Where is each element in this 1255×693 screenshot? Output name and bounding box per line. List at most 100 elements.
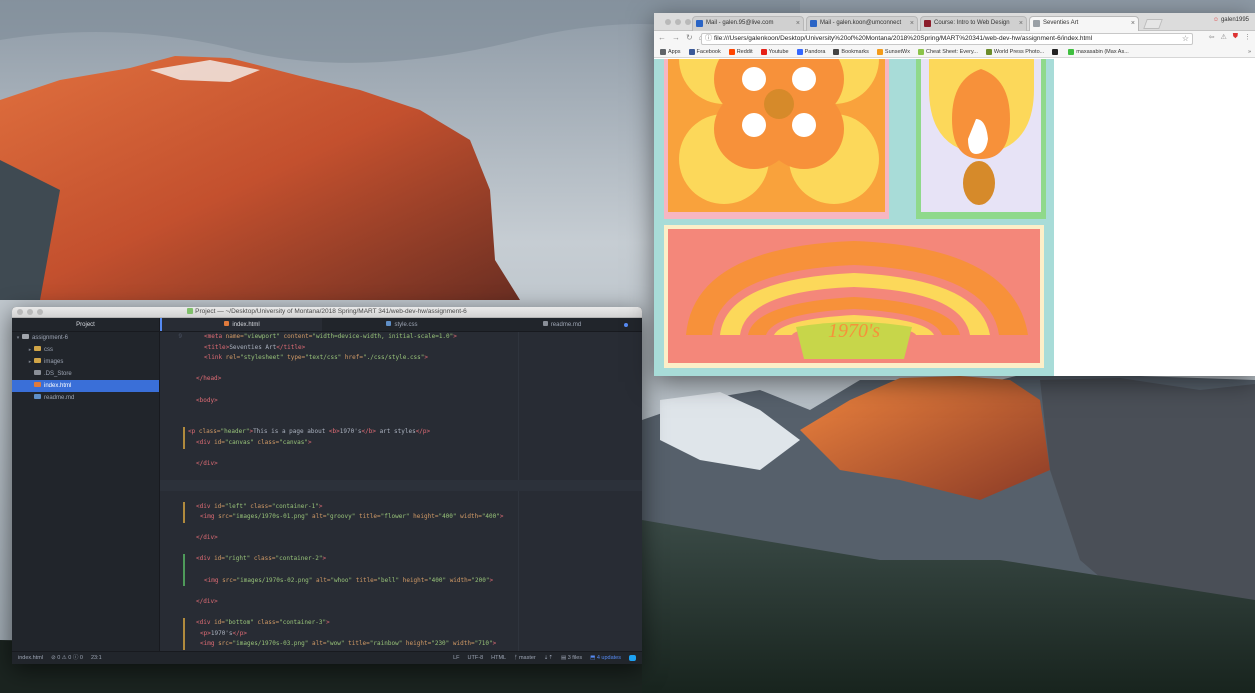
extension-arrows-icon[interactable]: ⇦ [1209,33,1215,41]
editor-titlebar[interactable]: Project — ~/Desktop/University of Montan… [12,307,642,318]
bookmark-item[interactable]: World Press Photo... [985,47,1044,57]
address-bar[interactable]: ⓘ file:///Users/galenkoon/Desktop/Univer… [701,33,1193,45]
browser-window[interactable]: Mail - galen.95@live.com × Mail - galen.ko… [654,13,1255,376]
new-tab-button[interactable] [1143,19,1163,29]
bookmark-item[interactable] [1052,47,1060,57]
code-line[interactable] [160,491,642,502]
close-tab-icon[interactable]: × [1019,17,1023,30]
editor-tab[interactable]: index.html [160,318,322,331]
bookmark-item[interactable]: Apps [660,47,681,57]
code-line[interactable] [160,523,642,534]
status-cursor-position[interactable]: 23:1 [91,652,102,664]
close-tab-icon[interactable]: × [1131,17,1135,30]
menu-icon[interactable]: ⋮ [1244,33,1251,41]
bookmark-item[interactable]: Pandora [796,47,825,57]
code-line[interactable]: </head> [160,374,642,385]
twitter-icon[interactable] [629,655,636,661]
code-line[interactable]: <body> [160,396,642,407]
code-line[interactable] [160,406,642,417]
status-encoding[interactable]: UTF-8 [468,652,484,664]
tree-item[interactable]: readme.md [12,392,159,404]
browser-minimize-button[interactable] [675,19,681,25]
project-tree[interactable]: ▾ assignment-6 ▸ css ▸ images .DS_Store index.h… [12,332,159,404]
code-line[interactable] [160,417,642,428]
bookmarks-list[interactable]: Apps Facebook Reddit Youtube Pandora Bookmark… [660,47,1129,57]
code-line[interactable]: </div> [160,533,642,544]
tree-item[interactable]: ▸ css [12,344,159,356]
editor-tab[interactable]: readme.md [482,318,642,331]
address-bar-url[interactable]: file:///Users/galenkoon/Desktop/Universi… [714,35,1092,42]
code-line[interactable]: <div id="bottom" class="container-3"> [160,618,642,629]
code-line[interactable]: <title>Seventies Art</title> [160,343,642,354]
bookmark-item[interactable]: Bookmarks [833,47,869,57]
git-fetch-icon[interactable]: ⇣⇡ [544,652,553,664]
status-grammar[interactable]: HTML [491,652,506,664]
browser-tab[interactable]: Course: Intro to Web Design × [920,16,1027,31]
code-editor[interactable]: 9 <meta name="viewport" content="width=de… [160,332,642,651]
forward-icon[interactable]: → [672,33,680,42]
code-line[interactable]: <img src="images/1970s-03.png" alt="wow"… [160,639,642,650]
close-tab-icon[interactable]: × [910,17,914,30]
bookmark-item[interactable]: SunsetWx [876,47,910,57]
browser-close-button[interactable] [665,19,671,25]
code-line[interactable] [160,449,642,460]
status-line-ending[interactable]: LF [453,652,459,664]
browser-tab[interactable]: Mail - galen.95@live.com × [692,16,804,31]
code-line[interactable]: <div id="right" class="container-2"> [160,554,642,566]
editor-tab[interactable]: style.css [322,318,482,331]
bookmarks-bar[interactable]: Apps Facebook Reddit Youtube Pandora Bookmark… [654,47,1255,58]
tree-item[interactable]: ▸ images [12,356,159,368]
code-line[interactable]: <link rel="stylesheet" type="text/css" h… [160,353,642,364]
status-files[interactable]: ▤ 3 files [561,652,582,664]
status-file[interactable]: index.html [18,652,43,664]
close-tab-icon[interactable]: × [796,17,800,30]
browser-toolbar[interactable]: ← → ↻ ⌂ ⓘ file:///Users/galenkoon/Deskto… [654,31,1255,47]
editor-window[interactable]: Project — ~/Desktop/University of Montan… [12,307,642,664]
code-line[interactable]: <img src="images/1970s-01.png" alt="groo… [160,512,642,523]
code-line[interactable]: <p class="header">This is a page about <… [160,427,642,438]
code-line[interactable]: <img src="images/1970s-02.png" alt="whoo… [160,575,642,587]
profile-button[interactable]: ☺ galen1995 [1213,17,1249,23]
shield-icon[interactable]: ⛊ [1233,33,1238,41]
back-icon[interactable]: ← [658,33,666,42]
browser-tab-strip[interactable]: Mail - galen.95@live.com × Mail - galen.ko… [654,13,1255,31]
code-line[interactable] [160,544,642,555]
more-bookmarks-icon[interactable]: » [1248,47,1251,58]
code-line[interactable]: 9 <meta name="viewport" content="width=de… [160,332,642,343]
bookmark-item[interactable]: maxasabin (Max As... [1068,47,1129,57]
code-line[interactable] [160,385,642,396]
tree-item[interactable]: ▾ assignment-6 [12,332,159,344]
chevron-down-icon[interactable]: ▾ [14,332,22,344]
page-viewport[interactable]: 1970's [654,59,1255,376]
bookmark-item[interactable]: Facebook [688,47,721,57]
browser-tab[interactable]: Seventies Art × [1029,16,1139,31]
status-branch[interactable]: ᚠ master [514,652,536,664]
tree-item[interactable]: .DS_Store [12,368,159,380]
status-diagnostics[interactable]: ⊘ 0 ⚠ 0 ⓘ 0 [51,652,83,664]
code-line[interactable] [160,586,642,597]
code-line[interactable] [160,364,642,375]
code-line[interactable]: </div> [160,597,642,608]
bookmark-item[interactable]: Cheat Sheet: Every... [918,47,978,57]
bookmark-item[interactable]: Youtube [760,47,789,57]
browser-window-controls[interactable] [660,19,691,25]
chevron-right-icon[interactable]: ▸ [26,356,34,368]
code-line[interactable] [160,480,642,491]
flower-image[interactable] [664,59,889,219]
code-lines[interactable]: 9 <meta name="viewport" content="width=de… [160,332,642,650]
rainbow-image[interactable]: 1970's [664,225,1044,368]
code-line[interactable]: <div id="left" class="container-1"> [160,501,642,513]
editor-tab-bar[interactable]: index.html style.css readme.md [160,318,642,332]
browser-tab[interactable]: Mail - galen.koon@umconnect × [806,16,918,31]
chevron-right-icon[interactable]: ▸ [26,344,34,356]
code-line[interactable] [160,470,642,481]
tree-item[interactable]: index.html [12,380,159,392]
bookmark-star-icon[interactable]: ☆ [1182,34,1189,44]
browser-zoom-button[interactable] [685,19,691,25]
bell-image[interactable] [916,59,1046,219]
code-line[interactable]: <p>1970's</p> [160,628,642,640]
code-line[interactable]: </div> [160,459,642,470]
project-tree-panel[interactable]: Project ▾ assignment-6 ▸ css ▸ images .DS_Stor… [12,318,160,651]
reload-icon[interactable]: ↻ [686,33,693,42]
code-line[interactable] [160,565,642,576]
